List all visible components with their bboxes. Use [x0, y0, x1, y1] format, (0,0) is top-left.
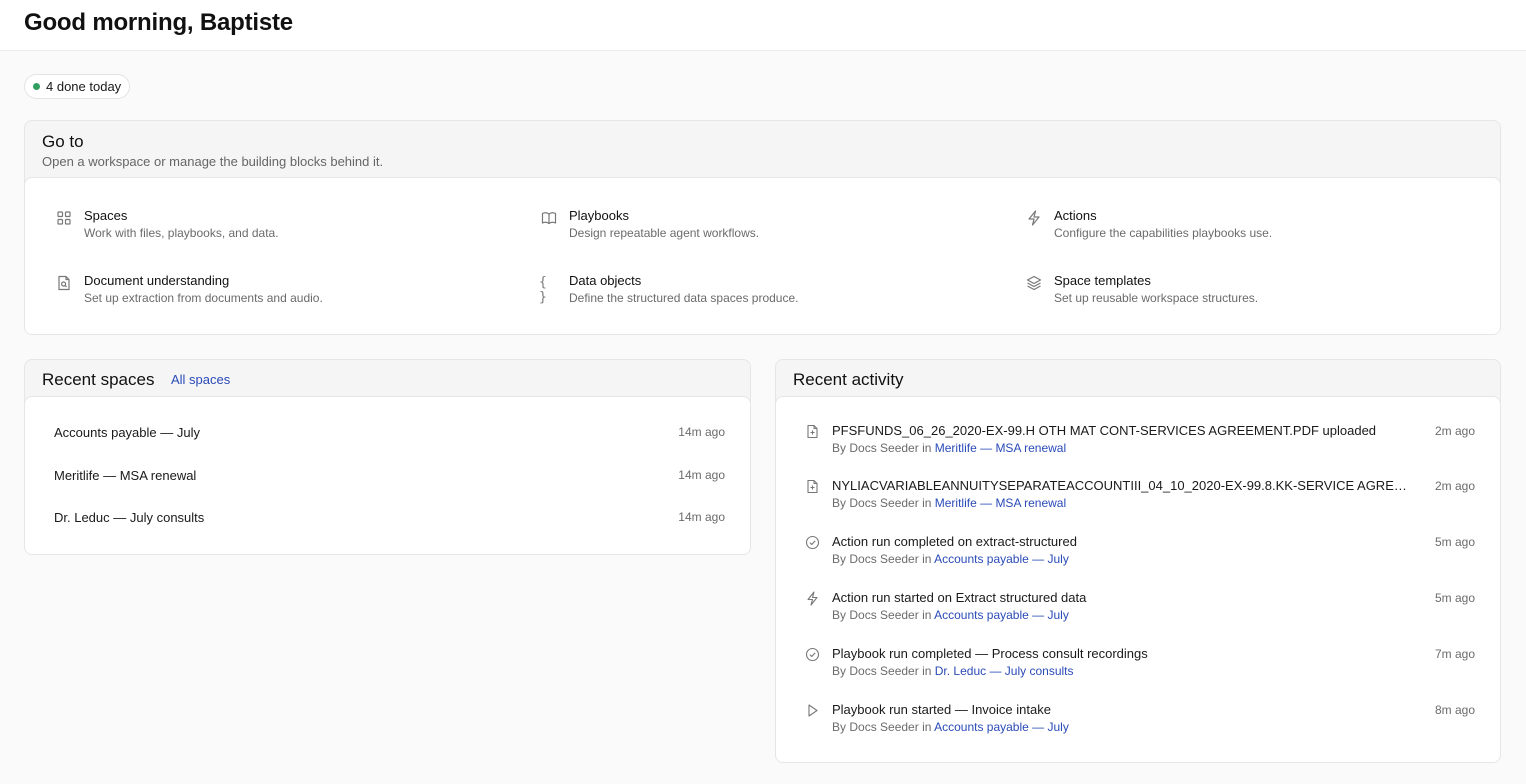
play-icon	[805, 703, 820, 718]
activity-time: 2m ago	[1434, 424, 1475, 438]
braces-glyph: { }	[539, 275, 547, 305]
space-name: Dr. Leduc — July consults	[54, 510, 205, 525]
activity-title: PFSFUNDS_06_26_2020-EX-99.H OTH MAT CONT…	[832, 423, 1377, 438]
activity-space-link[interactable]: Dr. Leduc — July consults	[935, 664, 1074, 678]
activity-item[interactable]: NYLIACVARIABLEANNUITYSEPARATEACCOUNTIII_…	[805, 478, 1475, 518]
status-badge: 4 done today	[24, 74, 131, 99]
activity-title: Playbook run completed — Process consult…	[832, 646, 1148, 661]
goto-item-spaces[interactable]: Spaces Work with files, playbooks, and d…	[56, 208, 496, 244]
check-circle-icon	[805, 535, 820, 550]
activity-time: 5m ago	[1434, 535, 1475, 549]
activity-time: 5m ago	[1434, 591, 1475, 605]
activity-author: Docs Seeder	[849, 552, 919, 566]
recent-spaces-card: Recent spaces All spaces Accounts payabl…	[24, 359, 751, 555]
activity-item[interactable]: Action run completed on extract-structur…	[805, 534, 1475, 574]
status-text: 4 done today	[46, 79, 122, 94]
activity-item[interactable]: Playbook run completed — Process consult…	[805, 646, 1475, 686]
goto-card: Go to Open a workspace or manage the bui…	[24, 120, 1501, 335]
goto-item-document-understanding[interactable]: Document understanding Set up extraction…	[56, 273, 496, 309]
goto-grid: Spaces Work with files, playbooks, and d…	[25, 177, 1500, 334]
activity-time: 8m ago	[1434, 703, 1475, 717]
activity-time: 2m ago	[1434, 479, 1475, 493]
activity-author: Docs Seeder	[849, 664, 919, 678]
activity-space-link[interactable]: Meritlife — MSA renewal	[935, 441, 1066, 455]
goto-item-description: Work with files, playbooks, and data.	[84, 226, 279, 240]
activity-time: 7m ago	[1434, 647, 1475, 661]
goto-item-actions[interactable]: Actions Configure the capabilities playb…	[1026, 208, 1466, 244]
goto-item-label: Actions	[1054, 208, 1097, 223]
goto-item-label: Spaces	[84, 208, 128, 223]
goto-subtitle: Open a workspace or manage the building …	[42, 154, 384, 169]
activity-author: Docs Seeder	[849, 496, 919, 510]
activity-author: Docs Seeder	[849, 608, 919, 622]
goto-item-space-templates[interactable]: Space templates Set up reusable workspac…	[1026, 273, 1466, 309]
book-icon	[541, 210, 557, 226]
layers-icon	[1026, 275, 1042, 291]
activity-title: Playbook run started — Invoice intake	[832, 702, 1051, 717]
activity-item[interactable]: PFSFUNDS_06_26_2020-EX-99.H OTH MAT CONT…	[805, 423, 1475, 463]
activity-meta: By Docs Seeder in Accounts payable — Jul…	[832, 720, 1069, 734]
list-item[interactable]: Meritlife — MSA renewal 14m ago	[54, 468, 725, 488]
check-circle-icon	[805, 647, 820, 662]
goto-item-description: Set up reusable workspace structures.	[1054, 291, 1259, 305]
goto-item-label: Data objects	[569, 273, 642, 288]
space-time: 14m ago	[678, 425, 725, 439]
goto-item-label: Playbooks	[569, 208, 629, 223]
recent-activity-title: Recent activity	[793, 370, 904, 389]
list-item[interactable]: Dr. Leduc — July consults 14m ago	[54, 510, 725, 530]
activity-author: Docs Seeder	[849, 441, 919, 455]
activity-meta: By Docs Seeder in Meritlife — MSA renewa…	[832, 496, 1067, 510]
goto-title: Go to	[42, 132, 84, 151]
activity-title: NYLIACVARIABLEANNUITYSEPARATEACCOUNTIII_…	[832, 478, 1414, 493]
all-spaces-link[interactable]: All spaces	[171, 372, 230, 387]
lightning-icon	[1026, 210, 1042, 226]
activity-meta: By Docs Seeder in Accounts payable — Jul…	[832, 608, 1069, 622]
list-item[interactable]: Accounts payable — July 14m ago	[54, 425, 725, 445]
recent-spaces-title: Recent spaces	[42, 370, 155, 389]
space-time: 14m ago	[678, 468, 725, 482]
activity-space-link[interactable]: Accounts payable — July	[934, 552, 1069, 566]
activity-meta: By Docs Seeder in Meritlife — MSA renewa…	[832, 441, 1067, 455]
status-dot-icon	[33, 83, 40, 90]
goto-item-data-objects[interactable]: { } Data objects Define the structured d…	[539, 273, 981, 309]
recent-spaces-list: Accounts payable — July 14m ago Meritlif…	[25, 396, 750, 554]
file-icon	[805, 479, 820, 494]
goto-item-description: Set up extraction from documents and aud…	[84, 291, 323, 305]
activity-item[interactable]: Playbook run started — Invoice intake By…	[805, 702, 1475, 742]
grid-icon	[56, 210, 72, 226]
file-icon	[805, 424, 820, 439]
activity-title: Action run started on Extract structured…	[832, 590, 1087, 605]
document-search-icon	[56, 275, 72, 291]
goto-item-label: Document understanding	[84, 273, 230, 288]
lightning-icon	[805, 591, 820, 606]
page-title: Good morning, Baptiste	[24, 9, 293, 36]
activity-author: Docs Seeder	[849, 720, 919, 734]
activity-meta: By Docs Seeder in Dr. Leduc — July consu…	[832, 664, 1074, 678]
page-header: Good morning, Baptiste	[0, 0, 1526, 51]
goto-item-label: Space templates	[1054, 273, 1151, 288]
goto-item-description: Design repeatable agent workflows.	[569, 226, 760, 240]
activity-space-link[interactable]: Meritlife — MSA renewal	[935, 496, 1066, 510]
recent-activity-card: Recent activity PFSFUNDS_06_26_2020-EX-9…	[775, 359, 1501, 763]
goto-item-description: Define the structured data spaces produc…	[569, 291, 799, 305]
activity-space-link[interactable]: Accounts payable — July	[934, 720, 1069, 734]
braces-icon: { }	[539, 275, 557, 305]
activity-title: Action run completed on extract-structur…	[832, 534, 1077, 549]
activity-meta: By Docs Seeder in Accounts payable — Jul…	[832, 552, 1069, 566]
recent-activity-list: PFSFUNDS_06_26_2020-EX-99.H OTH MAT CONT…	[776, 396, 1500, 762]
space-time: 14m ago	[678, 510, 725, 524]
space-name: Meritlife — MSA renewal	[54, 468, 197, 483]
goto-item-description: Configure the capabilities playbooks use…	[1054, 226, 1273, 240]
space-name: Accounts payable — July	[54, 425, 200, 440]
goto-item-playbooks[interactable]: Playbooks Design repeatable agent workfl…	[541, 208, 981, 244]
activity-item[interactable]: Action run started on Extract structured…	[805, 590, 1475, 630]
activity-space-link[interactable]: Accounts payable — July	[934, 608, 1069, 622]
